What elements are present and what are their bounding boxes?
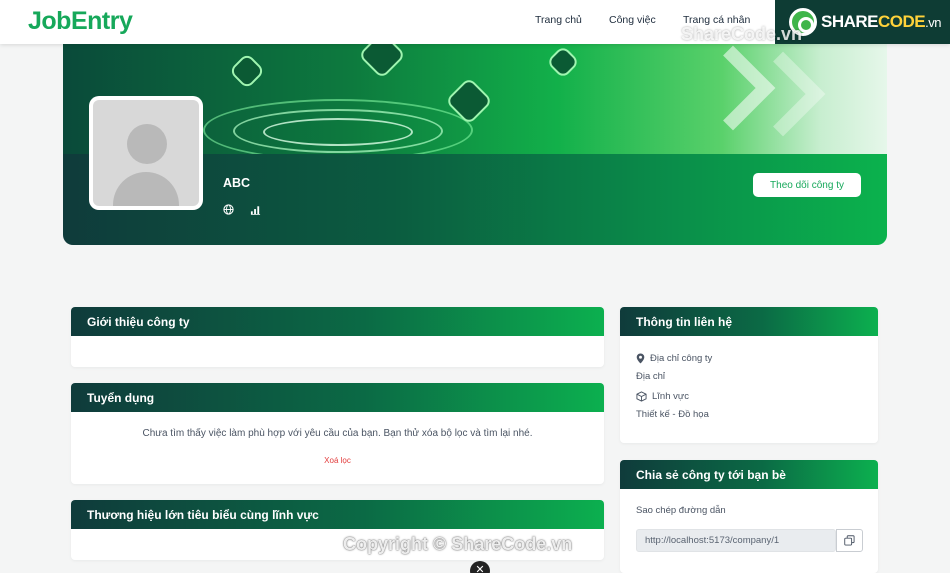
- signal-bars-icon: [250, 206, 261, 215]
- watermark-badge-text: SHARECODE.vn: [821, 12, 941, 31]
- cube-icon: [636, 391, 647, 402]
- contact-info-card: Thông tin liên hệ Địa chỉ công ty Địa ch…: [620, 307, 878, 443]
- copy-link-button[interactable]: [836, 529, 863, 552]
- empty-jobs-message: Chưa tìm thấy việc làm phù hợp với yêu c…: [142, 428, 533, 439]
- card-title: Thông tin liên hệ: [620, 307, 878, 336]
- address-label: Địa chỉ công ty: [650, 353, 713, 364]
- card-title: Chia sẻ công ty tới bạn bè: [620, 460, 878, 489]
- chevron-decoration: [740, 51, 826, 137]
- clear-filter-link[interactable]: Xoá lọc: [71, 456, 604, 465]
- globe-icon[interactable]: [223, 204, 234, 215]
- nav-jobs[interactable]: Công việc: [609, 14, 656, 26]
- nav-home[interactable]: Trang chủ: [535, 14, 582, 26]
- company-intro-card: Giới thiệu công ty: [71, 307, 604, 367]
- close-icon[interactable]: ✕: [470, 561, 490, 573]
- card-title: Thương hiệu lớn tiêu biểu cùng lĩnh vực: [71, 500, 604, 529]
- watermark-copyright: Copyright © ShareCode.vn: [343, 534, 573, 554]
- card-title: Tuyển dụng: [71, 383, 604, 412]
- brand-logo[interactable]: JobEntry: [28, 7, 133, 36]
- company-name: ABC: [223, 176, 251, 190]
- recruitment-card: Tuyển dụng Chưa tìm thấy việc làm phù hợ…: [71, 383, 604, 484]
- banner-ring: [263, 118, 413, 146]
- map-pin-icon: [636, 353, 645, 364]
- share-company-card: Chia sẻ công ty tới bạn bè Sao chép đườn…: [620, 460, 878, 573]
- card-title: Giới thiệu công ty: [71, 307, 604, 336]
- copy-icon: [844, 535, 855, 546]
- team-icon: [546, 45, 580, 79]
- watermark-overlay-top: ShareCode.vn: [681, 24, 803, 44]
- copy-link-label: Sao chép đường dẫn: [636, 505, 726, 516]
- company-avatar: [89, 96, 203, 210]
- avatar-placeholder-icon: [93, 100, 199, 206]
- share-url-input[interactable]: [636, 529, 836, 552]
- top-navbar: JobEntry Trang chủ Công việc Trang cá nh…: [0, 0, 950, 44]
- address-value: Địa chỉ: [636, 371, 666, 382]
- address-label-row: Địa chỉ công ty: [636, 353, 712, 364]
- follow-company-button[interactable]: Theo dõi công ty: [753, 173, 861, 197]
- field-value: Thiết kế - Đồ họa: [636, 409, 709, 420]
- briefcase-icon: [228, 52, 266, 90]
- field-label: Lĩnh vực: [652, 391, 689, 402]
- users-icon: [357, 44, 407, 80]
- field-label-row: Lĩnh vực: [636, 391, 689, 402]
- company-hero: ABC Theo dõi công ty: [63, 44, 887, 245]
